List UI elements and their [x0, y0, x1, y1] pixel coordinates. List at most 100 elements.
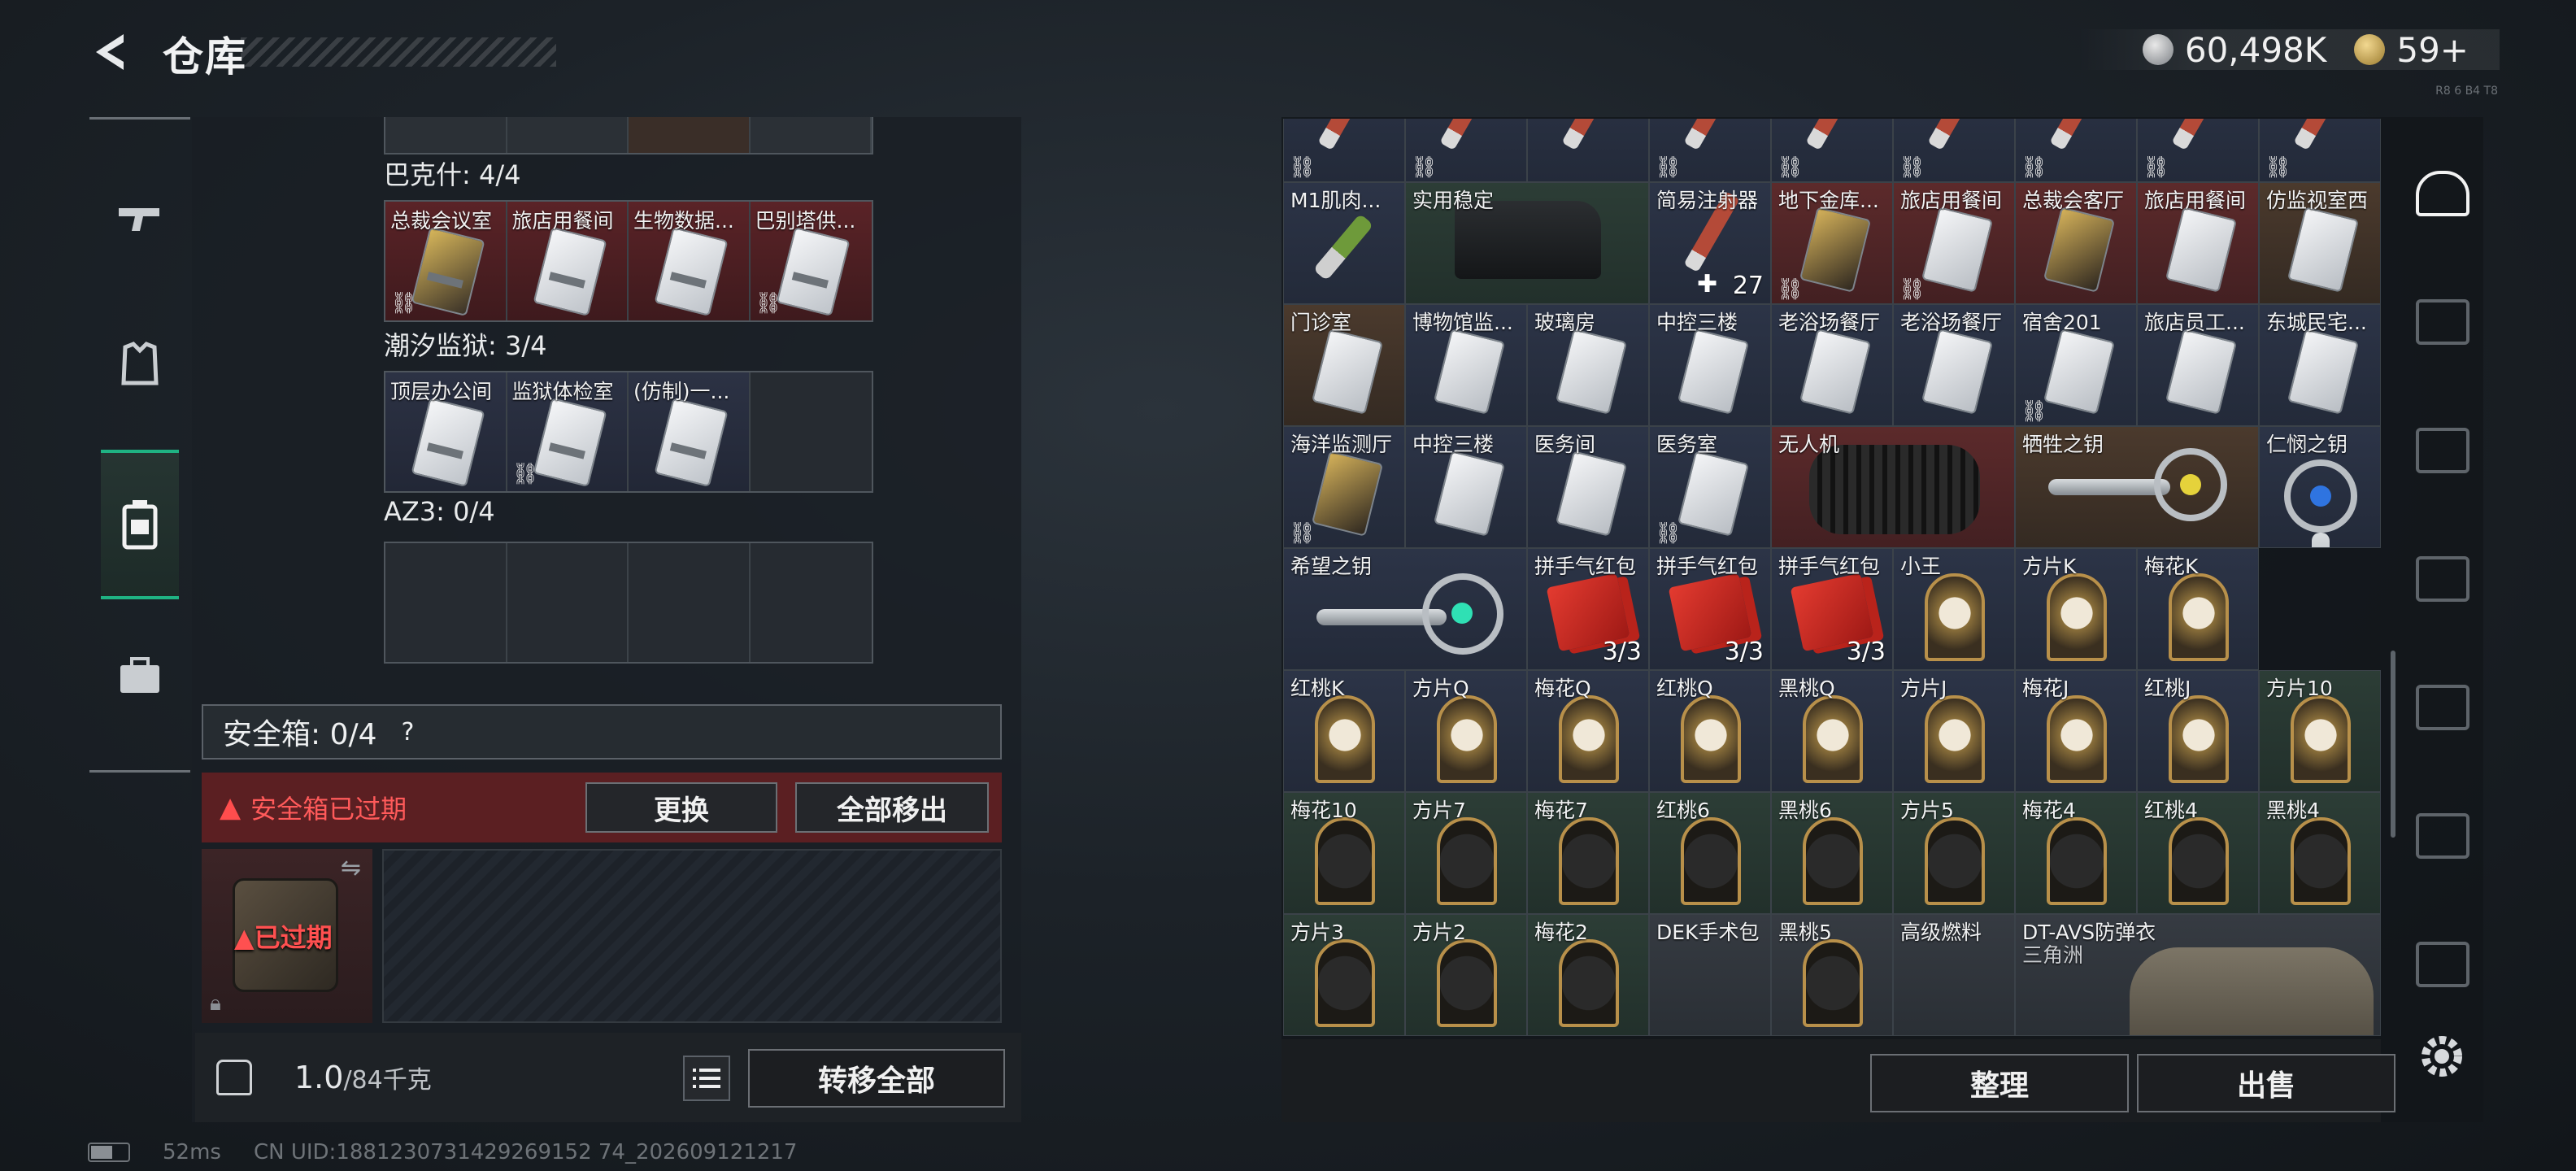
- warehouse-item[interactable]: 黑桃4: [2259, 792, 2381, 914]
- warehouse-item[interactable]: 梅花K: [2137, 548, 2259, 670]
- tab-equip[interactable]: [2402, 400, 2483, 501]
- warehouse-item[interactable]: 体能激活针⛓︎: [2259, 119, 2381, 182]
- warehouse-item[interactable]: DEK手术包: [1649, 914, 1771, 1036]
- warehouse-item[interactable]: 海洋监测厅 ⛓︎: [1283, 426, 1405, 548]
- warehouse-item[interactable]: 总裁会客厅: [2015, 182, 2137, 304]
- warehouse-item[interactable]: 旅店员工...: [2137, 304, 2259, 426]
- warehouse-item[interactable]: 红桃K: [1283, 670, 1405, 792]
- warehouse-item[interactable]: 红桃Q: [1649, 670, 1771, 792]
- warehouse-item[interactable]: 战斗兴奋剂⛓︎: [1283, 119, 1405, 182]
- empty-key-slot[interactable]: [750, 372, 872, 491]
- warehouse-item[interactable]: 红桃4: [2137, 792, 2259, 914]
- tab-materials[interactable]: [2402, 914, 2483, 1015]
- warehouse-item[interactable]: 战斗兴奋剂⛓︎: [1649, 119, 1771, 182]
- warehouse-item[interactable]: 中控三楼: [1649, 304, 1771, 426]
- key-slot[interactable]: 巴别塔供... ⛓︎: [750, 202, 872, 320]
- warehouse-item[interactable]: 拼手气红包 3/3: [1771, 548, 1893, 670]
- warehouse-item[interactable]: 方片J: [1893, 670, 2015, 792]
- key-slot[interactable]: 生物数据...: [629, 202, 751, 320]
- warehouse-item[interactable]: 战斗兴奋剂: [1527, 119, 1649, 182]
- warehouse-item[interactable]: 仿监视室西: [2259, 182, 2381, 304]
- help-icon[interactable]: ?: [392, 716, 424, 748]
- nav-equipment[interactable]: [101, 290, 179, 440]
- nav-toolbox[interactable]: [101, 601, 179, 751]
- warehouse-item[interactable]: 梅花2: [1527, 914, 1649, 1036]
- swap-icon[interactable]: ⇋: [341, 854, 361, 882]
- warehouse-item[interactable]: 方片5: [1893, 792, 2015, 914]
- empty-key-slot[interactable]: [629, 543, 751, 662]
- sell-button[interactable]: 出售: [2137, 1054, 2395, 1112]
- warehouse-item[interactable]: 旅店用餐间: [2137, 182, 2259, 304]
- warehouse-item[interactable]: 中控三楼: [1405, 426, 1527, 548]
- warehouse-item[interactable]: 体能激活针⛓︎: [2137, 119, 2259, 182]
- warehouse-item[interactable]: 东城民宅...: [2259, 304, 2381, 426]
- warehouse-item[interactable]: 拼手气红包 3/3: [1649, 548, 1771, 670]
- gear-icon[interactable]: [2413, 1028, 2470, 1085]
- warehouse-item[interactable]: 老浴场餐厅: [1893, 304, 2015, 426]
- back-arrow-icon[interactable]: [88, 29, 133, 75]
- warehouse-item[interactable]: 地下金库... ⛓︎: [1771, 182, 1893, 304]
- nav-weapon[interactable]: [101, 144, 179, 294]
- warehouse-item[interactable]: 战斗兴奋剂⛓︎: [1893, 119, 2015, 182]
- warehouse-item[interactable]: 博物馆监...: [1405, 304, 1527, 426]
- replace-button[interactable]: 更换: [585, 782, 777, 833]
- warehouse-item[interactable]: 方片10: [2259, 670, 2381, 792]
- warehouse-item[interactable]: 方片K: [2015, 548, 2137, 670]
- remove-all-button[interactable]: 全部移出: [795, 782, 989, 833]
- warehouse-item[interactable]: 实用稳定: [1405, 182, 1649, 304]
- warehouse-item[interactable]: 战斗兴奋剂⛓︎: [2015, 119, 2137, 182]
- warehouse-item[interactable]: 小王: [1893, 548, 2015, 670]
- tab-consumable[interactable]: [2402, 529, 2483, 629]
- key-slot[interactable]: 监狱体检室 ⛓︎: [507, 372, 629, 491]
- safebox-empty-slots[interactable]: [382, 849, 1002, 1023]
- nav-container[interactable]: [101, 450, 179, 599]
- warehouse-item[interactable]: 战斗兴奋剂⛓︎: [1771, 119, 1893, 182]
- warehouse-item[interactable]: DT-AVS防弹衣 三角洲: [2015, 914, 2381, 1036]
- warehouse-item[interactable]: 无人机: [1771, 426, 2015, 548]
- warehouse-item[interactable]: 黑桃6: [1771, 792, 1893, 914]
- warehouse-item[interactable]: 梅花4: [2015, 792, 2137, 914]
- tab-misc[interactable]: [2402, 786, 2483, 886]
- list-view-button[interactable]: [683, 1056, 730, 1101]
- key-slot[interactable]: 旅店用餐间: [507, 202, 629, 320]
- warehouse-item[interactable]: 旅店用餐间 ⛓︎: [1893, 182, 2015, 304]
- tab-all[interactable]: [2402, 143, 2483, 244]
- tab-keys[interactable]: [2402, 657, 2483, 758]
- warehouse-item[interactable]: 方片3: [1283, 914, 1405, 1036]
- warehouse-item[interactable]: 梅花7: [1527, 792, 1649, 914]
- gold-currency-value[interactable]: 59+: [2396, 30, 2469, 70]
- warehouse-item[interactable]: 宿舍201 ⛓︎: [2015, 304, 2137, 426]
- warehouse-item[interactable]: 拼手气红包 3/3: [1527, 548, 1649, 670]
- warehouse-item[interactable]: 希望之钥: [1283, 548, 1527, 670]
- warehouse-item[interactable]: 黑桃5: [1771, 914, 1893, 1036]
- warehouse-item[interactable]: 梅花10: [1283, 792, 1405, 914]
- sort-button[interactable]: 整理: [1870, 1054, 2129, 1112]
- warehouse-item[interactable]: 黑桃Q: [1771, 670, 1893, 792]
- warehouse-item[interactable]: 高级燃料: [1893, 914, 2015, 1036]
- warehouse-scrollbar[interactable]: [2391, 651, 2395, 838]
- warehouse-item[interactable]: 方片Q: [1405, 670, 1527, 792]
- warehouse-item[interactable]: 医务室 ⛓︎: [1649, 426, 1771, 548]
- key-slot[interactable]: (仿制)一...: [629, 372, 751, 491]
- tab-gun[interactable]: [2402, 272, 2483, 372]
- empty-key-slot[interactable]: [385, 543, 507, 662]
- warehouse-item[interactable]: 梅花Q: [1527, 670, 1649, 792]
- warehouse-item[interactable]: 方片2: [1405, 914, 1527, 1036]
- warehouse-item[interactable]: 红桃J: [2137, 670, 2259, 792]
- warehouse-item[interactable]: 玻璃房: [1527, 304, 1649, 426]
- key-slot[interactable]: 顶层办公间: [385, 372, 507, 491]
- warehouse-item[interactable]: 红桃6: [1649, 792, 1771, 914]
- warehouse-item[interactable]: 战斗兴奋剂⛓︎: [1405, 119, 1527, 182]
- warehouse-item[interactable]: 门诊室: [1283, 304, 1405, 426]
- warehouse-item[interactable]: 梅花J: [2015, 670, 2137, 792]
- safebox-item[interactable]: ⇋ ▲已过期 🔒︎: [202, 849, 372, 1023]
- warehouse-item[interactable]: 仁悯之钥: [2259, 426, 2381, 548]
- key-slot[interactable]: 总裁会议室 ⛓︎: [385, 202, 507, 320]
- empty-key-slot[interactable]: [750, 543, 872, 662]
- warehouse-item[interactable]: 牺牲之钥: [2015, 426, 2259, 548]
- warehouse-item[interactable]: 简易注射器 ✚ 27: [1649, 182, 1771, 304]
- empty-key-slot[interactable]: [507, 543, 629, 662]
- warehouse-item[interactable]: M1肌肉...: [1283, 182, 1405, 304]
- warehouse-item[interactable]: 医务间: [1527, 426, 1649, 548]
- transfer-all-button[interactable]: 转移全部: [748, 1049, 1005, 1108]
